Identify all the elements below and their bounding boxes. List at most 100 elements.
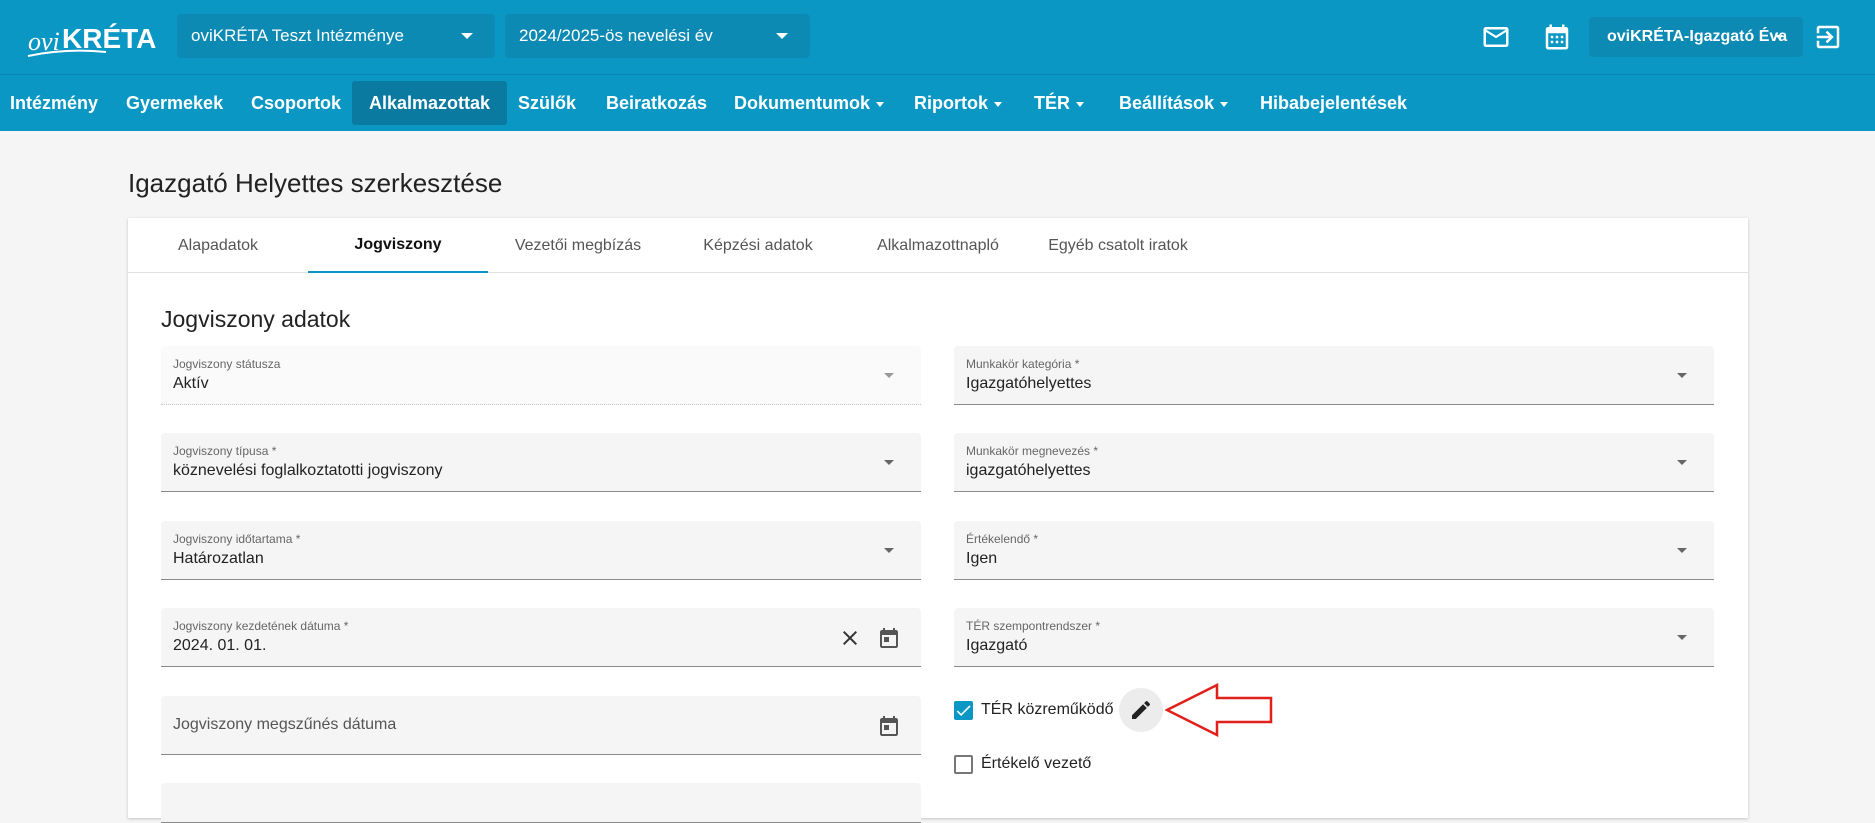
institution-select[interactable]: oviKRÉTA Teszt Intézménye xyxy=(177,14,495,58)
ertekelo-vezeto-checkbox[interactable] xyxy=(954,755,973,774)
pencil-icon xyxy=(1132,700,1151,719)
school-year-select-value: 2024/2025-ös nevelési év xyxy=(519,26,713,45)
tab-jogviszony[interactable]: Jogviszony xyxy=(308,218,488,273)
field-value: Határozatlan xyxy=(173,550,264,567)
dropdown-arrow-icon xyxy=(1677,635,1687,640)
tab-bar: Alapadatok Jogviszony Vezetői megbízás K… xyxy=(128,218,1748,273)
tab-alapadatok[interactable]: Alapadatok xyxy=(128,218,308,273)
nav-item-gyermekek[interactable]: Gyermekek xyxy=(116,81,233,125)
munkakor-kategoria-select[interactable]: Munkakör kategória * Igazgatóhelyettes xyxy=(954,346,1714,405)
jogviszony-kezdete-date-field[interactable]: Jogviszony kezdetének dátuma * 2024. 01.… xyxy=(161,608,921,667)
field-label: TÉR szempontrendszer * xyxy=(966,619,1101,633)
mail-icon[interactable] xyxy=(1481,22,1511,52)
nav-item-alkalmazottak[interactable]: Alkalmazottak xyxy=(352,81,508,125)
nav-item-hibabejelentesek[interactable]: Hibabejelentések xyxy=(1250,81,1417,125)
calendar-icon[interactable] xyxy=(877,714,901,738)
field-label: Munkakör kategória * xyxy=(966,357,1080,371)
jogviszony-megszunes-date-field[interactable]: Jogviszony megszűnés dátuma xyxy=(161,696,921,755)
nav-item-intezmeny[interactable]: Intézmény xyxy=(0,81,108,125)
nav-item-label: TÉR xyxy=(1034,92,1070,113)
nav-item-label: Dokumentumok xyxy=(734,92,871,113)
top-bar: ovi KRÉTA oviKRÉTA Teszt Intézménye 2024… xyxy=(0,0,1875,74)
field-label: Jogviszony típusa * xyxy=(173,444,277,458)
clear-icon[interactable] xyxy=(838,626,862,650)
caret-down-icon xyxy=(876,101,885,107)
field-value: igazgatóhelyettes xyxy=(966,462,1091,479)
calendar-icon[interactable] xyxy=(1542,22,1572,52)
logout-icon[interactable] xyxy=(1813,22,1843,52)
tab-alkalmazottnaplo[interactable]: Alkalmazottnapló xyxy=(848,218,1028,273)
section-title: Jogviszony adatok xyxy=(161,306,351,332)
school-year-select[interactable]: 2024/2025-ös nevelési év xyxy=(505,14,810,58)
field-value: 2024. 01. 01. xyxy=(173,637,267,654)
tab-label: Alkalmazottnapló xyxy=(877,236,999,254)
nav-item-ter[interactable]: TÉR xyxy=(1024,81,1094,125)
nav-item-beallitasok[interactable]: Beállítások xyxy=(1109,81,1238,125)
jogviszony-statusza-select[interactable]: Jogviszony státusza Aktív xyxy=(161,346,921,405)
tab-vezetoi-megbizas[interactable]: Vezetői megbízás xyxy=(488,218,668,273)
annotation-arrow-icon xyxy=(1164,682,1275,742)
field-label: Értékelendő * xyxy=(966,532,1039,546)
tab-egyeb-csatolt-iratok[interactable]: Egyéb csatolt iratok xyxy=(1028,218,1208,273)
nav-item-label: Intézmény xyxy=(10,92,99,113)
checkbox-label: TÉR közreműködő xyxy=(981,701,1114,718)
field-label: Munkakör megnevezés * xyxy=(966,444,1099,458)
chevron-down-icon xyxy=(1775,35,1783,39)
ter-kozremukodo-checkbox[interactable] xyxy=(954,701,973,720)
field-label: Jogviszony kezdetének dátuma * xyxy=(173,619,349,633)
chevron-down-icon xyxy=(776,33,788,39)
tab-label: Alapadatok xyxy=(177,236,259,254)
institution-select-value: oviKRÉTA Teszt Intézménye xyxy=(191,26,404,45)
field-value: Igazgató xyxy=(966,637,1028,654)
ertekelendo-select[interactable]: Értékelendő * Igen xyxy=(954,521,1714,580)
chevron-down-icon xyxy=(461,33,473,39)
dropdown-arrow-icon xyxy=(884,460,894,465)
field-value: Aktív xyxy=(173,375,209,392)
nav-item-label: Alkalmazottak xyxy=(369,92,491,113)
caret-down-icon xyxy=(994,101,1002,107)
nav-item-label: Beállítások xyxy=(1119,92,1215,113)
dropdown-arrow-icon xyxy=(884,548,894,553)
field-value: Igen xyxy=(966,550,998,567)
jogviszony-idotartama-select[interactable]: Jogviszony időtartama * Határozatlan xyxy=(161,521,921,580)
nav-item-label: Riportok xyxy=(914,92,988,113)
main-nav: Intézmény Gyermekek Csoportok Alkalmazot… xyxy=(0,74,1875,131)
nav-item-dokumentumok[interactable]: Dokumentumok xyxy=(724,81,894,125)
calendar-icon[interactable] xyxy=(877,626,901,650)
tab-label: Képzési adatok xyxy=(703,236,813,254)
edit-card: Alapadatok Jogviszony Vezetői megbízás K… xyxy=(128,218,1748,823)
field-placeholder: Jogviszony megszűnés dátuma xyxy=(173,716,397,733)
jogviszony-tipusa-select[interactable]: Jogviszony típusa * köznevelési foglalko… xyxy=(161,433,921,492)
nav-item-riportok[interactable]: Riportok xyxy=(904,81,1012,125)
svg-text:KRÉTA: KRÉTA xyxy=(62,23,156,54)
edit-button[interactable] xyxy=(1119,688,1163,732)
field-label: Jogviszony időtartama * xyxy=(173,532,301,546)
dropdown-arrow-icon xyxy=(1677,460,1687,465)
nav-item-label: Csoportok xyxy=(251,92,341,113)
tab-label: Egyéb csatolt iratok xyxy=(1048,236,1188,254)
ter-szempontrendszer-select[interactable]: TÉR szempontrendszer * Igazgató xyxy=(954,608,1714,667)
user-name: oviKRÉTA-Igazgató Éva xyxy=(1607,28,1788,45)
page-title: Igazgató Helyettes szerkesztése xyxy=(128,168,503,198)
checkbox-label: Értékelő vezető xyxy=(981,755,1092,772)
tab-kepzesi-adatok[interactable]: Képzési adatok xyxy=(668,218,848,273)
nav-item-szulok[interactable]: Szülők xyxy=(508,81,586,125)
nav-item-label: Gyermekek xyxy=(126,92,224,113)
field-label: Jogviszony státusza xyxy=(173,357,281,371)
okreta-logo[interactable]: ovi KRÉTA xyxy=(26,20,162,60)
nav-item-label: Hibabejelentések xyxy=(1260,92,1408,113)
nav-item-label: Beiratkozás xyxy=(606,92,708,113)
field-value: Igazgatóhelyettes xyxy=(966,375,1092,392)
nav-item-label: Szülők xyxy=(518,92,577,113)
caret-down-icon xyxy=(1220,101,1229,107)
dropdown-arrow-icon xyxy=(884,373,894,378)
dropdown-arrow-icon xyxy=(1677,548,1687,553)
next-field-partial[interactable] xyxy=(161,783,921,823)
field-value: köznevelési foglalkoztatotti jogviszony xyxy=(173,462,443,479)
nav-item-csoportok[interactable]: Csoportok xyxy=(241,81,351,125)
caret-down-icon xyxy=(1076,101,1084,107)
user-menu[interactable]: oviKRÉTA-Igazgató Éva xyxy=(1589,17,1803,57)
tab-label: Jogviszony xyxy=(354,235,442,253)
munkakor-megnevezes-select[interactable]: Munkakör megnevezés * igazgatóhelyettes xyxy=(954,433,1714,492)
nav-item-beiratkozas[interactable]: Beiratkozás xyxy=(596,81,717,125)
